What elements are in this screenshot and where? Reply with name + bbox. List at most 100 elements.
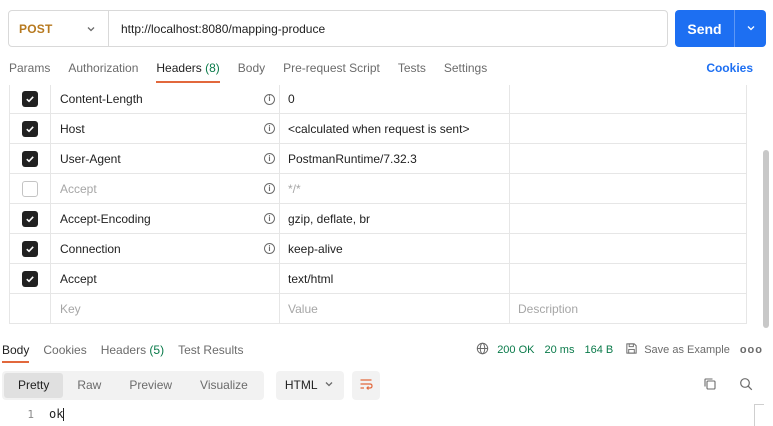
- header-description[interactable]: [510, 204, 746, 233]
- format-select[interactable]: HTML: [275, 370, 344, 400]
- chevron-down-icon: [746, 22, 756, 36]
- table-row: Content-Length i 0: [10, 85, 746, 114]
- save-icon[interactable]: [625, 342, 638, 358]
- view-raw[interactable]: Raw: [63, 373, 115, 398]
- header-checkbox[interactable]: [22, 150, 38, 167]
- more-options-icon[interactable]: ooo: [740, 344, 763, 356]
- tab-label: Body: [237, 61, 266, 75]
- info-icon[interactable]: i: [264, 93, 275, 105]
- header-key[interactable]: Accept: [60, 272, 97, 286]
- chevron-down-icon: [324, 378, 334, 392]
- format-label: HTML: [284, 378, 318, 392]
- header-checkbox[interactable]: [22, 240, 38, 257]
- send-options-button[interactable]: [735, 10, 766, 47]
- info-icon[interactable]: i: [264, 243, 275, 254]
- header-description[interactable]: [510, 85, 746, 113]
- send-button-group: Send: [675, 10, 766, 47]
- new-header-row: Key Value Description: [10, 294, 746, 324]
- header-key[interactable]: Connection: [60, 242, 121, 256]
- response-tabs: Body Cookies Headers (5) Test Results 20…: [0, 340, 773, 363]
- code-text: ok: [49, 407, 64, 421]
- table-row: Host i <calculated when request is sent>: [10, 114, 746, 144]
- response-tab-cookies[interactable]: Cookies: [41, 343, 86, 357]
- response-meta: 200 OK 20 ms 164 B Save as Example ooo: [476, 340, 763, 360]
- vertical-scrollbar[interactable]: [763, 150, 769, 328]
- header-value[interactable]: gzip, deflate, br: [288, 212, 370, 226]
- url-bar: POST http://localhost:8080/mapping-produ…: [8, 10, 668, 47]
- info-icon[interactable]: i: [264, 153, 275, 164]
- header-value[interactable]: <calculated when request is sent>: [288, 122, 469, 136]
- response-tab-body[interactable]: Body: [0, 343, 30, 363]
- tab-params[interactable]: Params: [0, 57, 59, 85]
- tab-pre-request-script[interactable]: Pre-request Script: [274, 57, 389, 85]
- scrollbar-track[interactable]: [754, 404, 764, 426]
- header-value[interactable]: 0: [288, 92, 295, 106]
- view-preview[interactable]: Preview: [115, 373, 186, 398]
- response-size[interactable]: 164 B: [584, 344, 613, 356]
- header-description[interactable]: [510, 234, 746, 263]
- code-line[interactable]: ok: [49, 407, 65, 421]
- info-icon[interactable]: i: [264, 213, 275, 224]
- response-tab-test-results[interactable]: Test Results: [176, 343, 243, 357]
- table-row: User-Agent i PostmanRuntime/7.32.3: [10, 144, 746, 174]
- header-key[interactable]: Host: [60, 122, 85, 136]
- table-row: Accept-Encoding i gzip, deflate, br: [10, 204, 746, 234]
- response-time[interactable]: 20 ms: [545, 344, 575, 356]
- response-headers-count: (5): [149, 343, 165, 357]
- headers-table: Content-Length i 0 Host i <calculated when…: [9, 85, 747, 324]
- response-tab-headers[interactable]: Headers (5): [99, 343, 164, 357]
- header-key[interactable]: Accept: [60, 182, 97, 196]
- response-body[interactable]: 1 ok: [0, 402, 773, 426]
- tab-body[interactable]: Body: [229, 57, 274, 85]
- tab-headers[interactable]: Headers (8): [147, 57, 228, 85]
- tab-label: Authorization: [68, 61, 139, 75]
- view-pretty[interactable]: Pretty: [4, 372, 64, 398]
- header-checkbox[interactable]: [22, 120, 38, 137]
- view-mode-segment: Pretty Raw Preview Visualize: [2, 370, 264, 400]
- header-description[interactable]: [510, 144, 746, 173]
- header-checkbox[interactable]: [22, 91, 38, 107]
- new-description-input[interactable]: Description: [518, 302, 578, 316]
- new-key-input[interactable]: Key: [60, 302, 81, 316]
- header-description[interactable]: [510, 264, 746, 293]
- wrap-lines-icon: [359, 377, 373, 394]
- request-tabs: Params Authorization Headers (8) Body Pr…: [0, 57, 773, 85]
- view-visualize[interactable]: Visualize: [186, 373, 262, 398]
- header-description[interactable]: [510, 114, 746, 143]
- save-as-example-button[interactable]: Save as Example: [644, 344, 730, 356]
- response-toolbar: Pretty Raw Preview Visualize HTML: [2, 370, 380, 400]
- header-checkbox[interactable]: [22, 270, 38, 287]
- header-value[interactable]: keep-alive: [288, 242, 343, 256]
- tab-authorization[interactable]: Authorization: [59, 57, 147, 85]
- method-select[interactable]: POST: [9, 11, 109, 46]
- table-row: Accept text/html: [10, 264, 746, 294]
- header-key[interactable]: User-Agent: [60, 152, 121, 166]
- header-value[interactable]: PostmanRuntime/7.32.3: [288, 152, 417, 166]
- info-icon[interactable]: i: [264, 123, 275, 134]
- header-value[interactable]: text/html: [288, 272, 333, 286]
- header-description[interactable]: [510, 174, 746, 203]
- header-key[interactable]: Accept-Encoding: [60, 212, 151, 226]
- globe-icon[interactable]: [476, 342, 489, 358]
- send-button[interactable]: Send: [675, 10, 735, 47]
- tab-settings[interactable]: Settings: [435, 57, 496, 85]
- info-icon[interactable]: i: [264, 183, 275, 194]
- cookies-link[interactable]: Cookies: [706, 61, 753, 75]
- header-checkbox[interactable]: [22, 210, 38, 227]
- header-checkbox[interactable]: [22, 180, 38, 197]
- tab-tests[interactable]: Tests: [389, 57, 435, 85]
- copy-icon[interactable]: [703, 377, 717, 394]
- text-caret: [63, 408, 65, 421]
- header-key[interactable]: Content-Length: [60, 92, 143, 106]
- url-input[interactable]: http://localhost:8080/mapping-produce: [109, 22, 325, 36]
- new-value-input[interactable]: Value: [288, 302, 318, 316]
- tab-label: Settings: [443, 61, 488, 75]
- header-value[interactable]: */*: [288, 182, 301, 196]
- status-code[interactable]: 200 OK: [497, 344, 534, 356]
- wrap-lines-button[interactable]: [351, 370, 380, 400]
- search-icon[interactable]: [739, 377, 753, 394]
- line-number: 1: [27, 407, 34, 421]
- tab-label: Params: [9, 61, 51, 75]
- tab-label: Pre-request Script: [283, 61, 380, 75]
- tab-label: Headers: [100, 343, 147, 357]
